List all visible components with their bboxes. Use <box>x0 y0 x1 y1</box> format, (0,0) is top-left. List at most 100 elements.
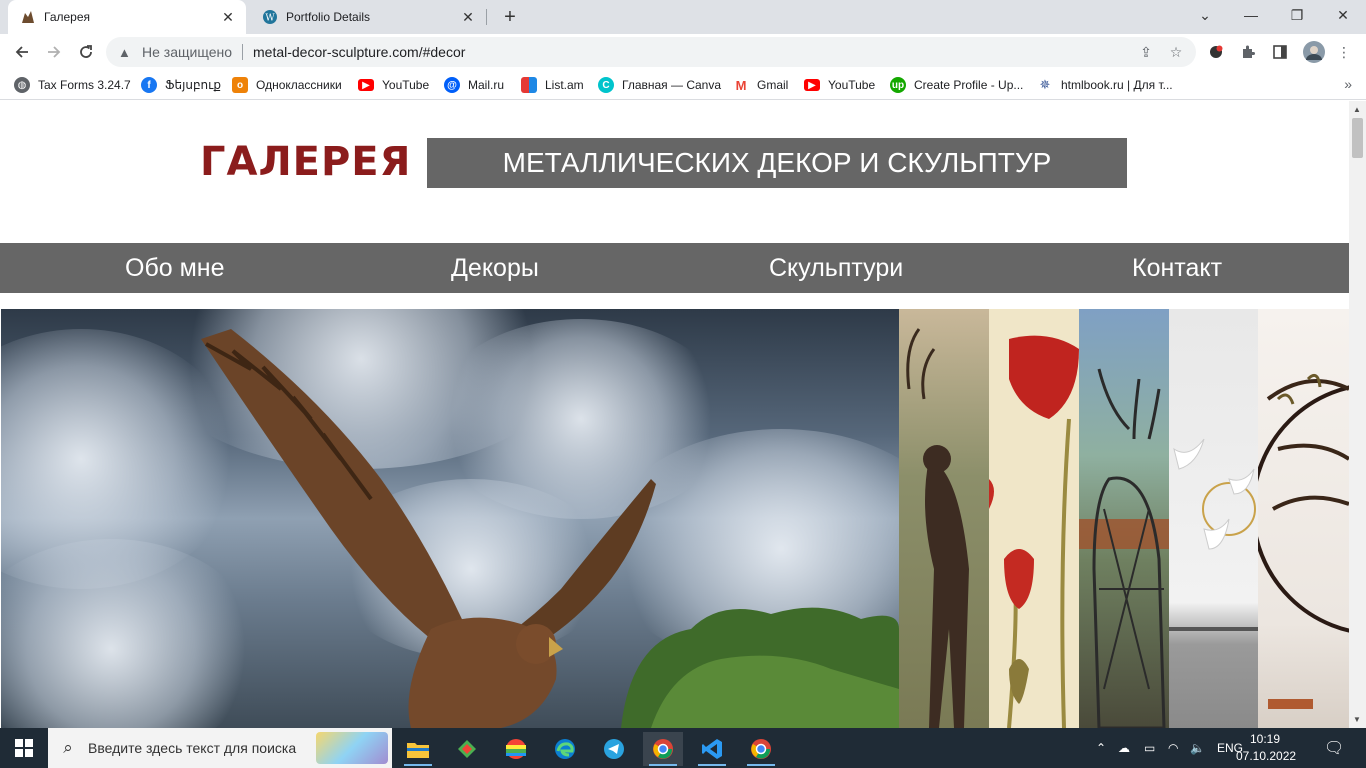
browser-toolbar: ▲ Не защищено metal-decor-sculpture.com/… <box>0 34 1366 70</box>
bookmark-listam[interactable]: List.am <box>521 76 584 94</box>
forward-arrow-icon[interactable] <box>40 38 68 66</box>
mailru-icon: @ <box>444 77 460 93</box>
colorful-app-icon[interactable] <box>496 732 536 766</box>
omnibox-divider <box>242 44 243 60</box>
file-explorer-icon[interactable] <box>398 732 438 766</box>
gallery-strip-poppies[interactable] <box>989 309 1079 728</box>
gallery-strip-birds[interactable] <box>1169 309 1258 728</box>
onedrive-icon[interactable]: ☁ <box>1118 728 1130 768</box>
not-secure-warning-icon[interactable]: ▲ <box>118 45 134 60</box>
bookmark-htmlbook[interactable]: ✵ htmlbook.ru | Для т... <box>1037 76 1173 94</box>
bookmark-odnoklassniki[interactable]: o Одноклассники <box>232 76 342 94</box>
browser-menu-icon[interactable]: ⋮ <box>1334 42 1354 62</box>
scroll-up-icon[interactable]: ▲ <box>1353 105 1361 114</box>
bookmark-mailru[interactable]: @ Mail.ru <box>444 76 504 94</box>
close-window-button[interactable]: ✕ <box>1320 0 1366 30</box>
gmail-icon: M <box>733 77 749 93</box>
sculpture-favicon-icon <box>20 9 36 25</box>
tab-separator <box>486 9 487 25</box>
main-menu: Обо мне Декоры Скульптури Контакт <box>0 243 1349 293</box>
poppy-decor <box>989 335 1079 728</box>
canva-icon: C <box>598 77 614 93</box>
tab-portfolio-details[interactable]: W Portfolio Details ✕ <box>250 0 486 34</box>
chrome-browser-icon[interactable] <box>643 732 683 766</box>
menu-item-decors[interactable]: Декоры <box>451 243 539 293</box>
gallery-strip-branches[interactable] <box>1258 309 1349 728</box>
ok-icon: o <box>232 77 248 93</box>
page-content: ГАЛЕРЕЯ МЕТАЛЛИЧЕСКИХ ДЕКОР И СКУЛЬПТУР … <box>0 101 1349 728</box>
windows-taskbar: ⌕ Введите здесь текст для поиска ⌃ ☁ ▭ ◠… <box>0 728 1366 768</box>
taskbar-clock[interactable]: 10:19 07.10.2022 <box>1236 731 1297 765</box>
notifications-icon[interactable]: 🗨 <box>1324 728 1344 768</box>
menu-item-sculptures[interactable]: Скульптури <box>769 243 903 293</box>
address-bar[interactable]: ▲ Не защищено metal-decor-sculpture.com/… <box>106 37 1196 67</box>
scroll-down-icon[interactable]: ▼ <box>1353 715 1361 724</box>
side-panel-icon[interactable] <box>1270 42 1290 62</box>
bookmark-gmail[interactable]: M Gmail <box>733 76 788 94</box>
taskbar-search-input[interactable]: ⌕ Введите здесь текст для поиска <box>48 728 392 768</box>
share-icon[interactable]: ⇪ <box>1136 42 1156 62</box>
bookmark-facebook[interactable]: f Ֆեյսբուք <box>141 76 221 94</box>
bookmark-youtube-2[interactable]: ▶ YouTube <box>804 76 875 94</box>
windows-start-button[interactable] <box>0 728 48 768</box>
tray-overflow-icon[interactable]: ⌃ <box>1096 728 1106 768</box>
iron-deer-sculpture <box>1079 368 1169 728</box>
git-tool-icon[interactable] <box>447 732 487 766</box>
globe-icon: ◍ <box>14 77 30 93</box>
bookmark-canva[interactable]: C Главная — Canva <box>598 76 721 94</box>
tab-strip: Галерея ✕ W Portfolio Details ✕ + ⌄ — ❐ … <box>0 0 1366 34</box>
reload-icon[interactable] <box>72 38 100 66</box>
scrollbar-thumb[interactable] <box>1352 118 1363 158</box>
deer-sculpture <box>906 328 969 728</box>
site-title: ГАЛЕРЕЯ <box>200 139 412 185</box>
restore-button[interactable]: ❐ <box>1274 0 1320 30</box>
htmlbook-icon: ✵ <box>1037 77 1053 93</box>
listam-icon <box>521 77 537 93</box>
bookmark-star-icon[interactable]: ☆ <box>1166 42 1186 62</box>
tab-close-icon[interactable]: ✕ <box>218 7 238 27</box>
gallery-strip-iron-deer[interactable] <box>1079 309 1169 728</box>
upwork-icon: up <box>890 77 906 93</box>
extensions-icon[interactable] <box>1238 42 1258 62</box>
back-arrow-icon[interactable] <box>8 38 36 66</box>
volume-icon[interactable]: 🔈 <box>1190 728 1205 768</box>
eagle-sculpture <box>201 329 899 728</box>
security-label[interactable]: Не защищено <box>142 44 232 60</box>
tab-title: Portfolio Details <box>286 10 371 24</box>
search-highlight-image <box>316 732 388 764</box>
clock-date: 07.10.2022 <box>1236 749 1297 763</box>
url-text[interactable]: metal-decor-sculpture.com/#decor <box>253 44 465 60</box>
vscode-icon[interactable] <box>692 732 732 766</box>
new-tab-button[interactable]: + <box>498 5 522 29</box>
menu-item-contact[interactable]: Контакт <box>1132 243 1222 293</box>
bookmark-youtube[interactable]: ▶ YouTube <box>358 76 429 94</box>
tab-gallery[interactable]: Галерея ✕ <box>8 0 246 34</box>
edge-browser-icon[interactable] <box>545 732 585 766</box>
tab-close-icon[interactable]: ✕ <box>458 7 478 27</box>
site-subtitle: МЕТАЛЛИЧЕСКИХ ДЕКОР И СКУЛЬПТУР <box>427 138 1127 188</box>
search-icon: ⌕ <box>63 738 73 757</box>
battery-icon[interactable]: ▭ <box>1144 728 1155 768</box>
gallery-strip-deer[interactable] <box>899 309 989 728</box>
bookmarks-bar: ◍ Tax Forms 3.24.7 f Ֆեյսբուք o Одноклас… <box>0 70 1366 100</box>
profile-avatar[interactable] <box>1302 40 1326 64</box>
bookmark-tax-forms[interactable]: ◍ Tax Forms 3.24.7 <box>14 76 131 94</box>
youtube-icon: ▶ <box>358 79 374 91</box>
windows-logo-icon <box>15 739 33 757</box>
search-placeholder: Введите здесь текст для поиска <box>88 740 297 756</box>
chrome-profile-icon[interactable] <box>741 732 781 766</box>
bookmarks-overflow-icon[interactable]: » <box>1344 76 1352 92</box>
page-scrollbar[interactable]: ▲ ▼ <box>1349 101 1366 728</box>
wordpress-favicon-icon: W <box>262 9 278 25</box>
wifi-icon[interactable]: ◠ <box>1168 728 1178 768</box>
flying-birds-decor <box>1169 438 1258 631</box>
branch-wall-decor <box>1258 373 1349 709</box>
clock-time: 10:19 <box>1249 732 1281 746</box>
hero-eagle-image[interactable] <box>1 309 899 728</box>
extension-puzzle-red-icon[interactable] <box>1206 42 1226 62</box>
minimize-button[interactable]: — <box>1228 0 1274 30</box>
tab-search-dropdown-icon[interactable]: ⌄ <box>1182 0 1228 30</box>
telegram-icon[interactable] <box>594 732 634 766</box>
bookmark-upwork[interactable]: up Create Profile - Up... <box>890 76 1023 94</box>
menu-item-about[interactable]: Обо мне <box>125 243 225 293</box>
